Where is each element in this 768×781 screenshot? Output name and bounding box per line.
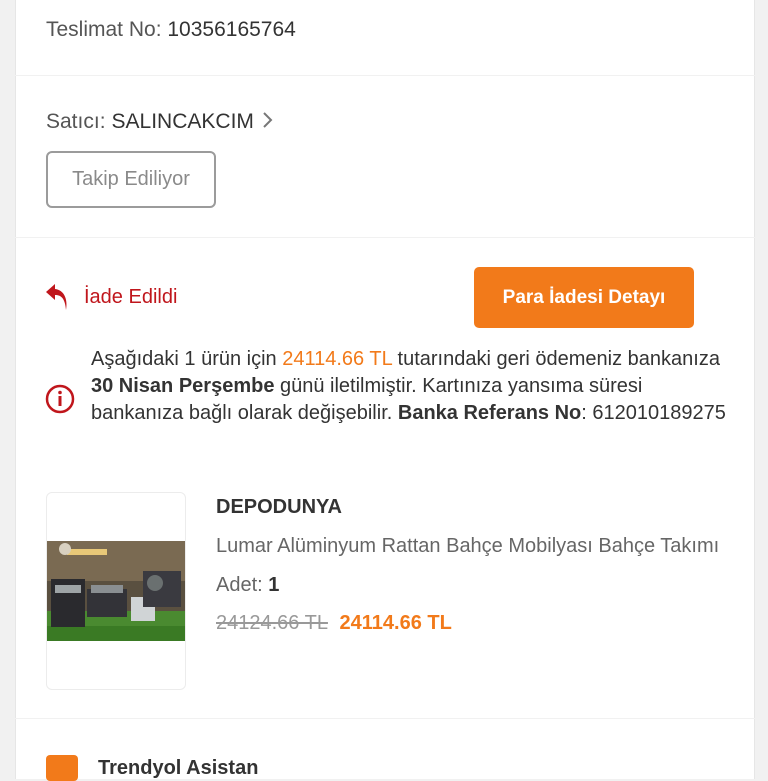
refund-date: 30 Nisan Perşembe [91,375,275,397]
product-photo [47,541,185,641]
info-text-part: Aşağıdaki 1 ürün için [91,348,283,370]
refund-status: İade Edildi [44,282,177,312]
quantity-label: Adet: [216,574,269,596]
quantity-value: 1 [268,574,280,596]
delivery-card: Teslimat No: 10356165764 [15,0,755,75]
refund-info-text: Aşağıdaki 1 ürün için 24114.66 TL tutarı… [91,346,731,427]
product-name[interactable]: Lumar Alüminyum Rattan Bahçe Mobilyası B… [216,535,726,558]
seller-label: Satıcı: [46,110,106,133]
chevron-right-icon [262,111,274,133]
assistant-title: Trendyol Asistan [98,756,259,779]
refund-card: İade Edildi Para İadesi Detayı Aşağıdaki… [15,238,755,718]
product-quantity: Adet: 1 [216,574,279,597]
info-text-part: : [581,402,593,424]
product-image[interactable] [46,492,186,690]
refund-amount: 24114.66 TL [282,348,392,370]
delivery-label: Teslimat No: [46,18,162,41]
delivery-number-row: Teslimat No: 10356165764 [46,18,296,42]
assistant-icon [46,755,78,781]
seller-name: SALINCAKCIM [111,110,254,133]
seller-link[interactable]: Satıcı: SALINCAKCIM [46,110,274,134]
old-price: 24124.66 TL [216,612,328,634]
follow-button[interactable]: Takip Ediliyor [46,151,216,208]
info-icon [45,384,75,419]
new-price: 24114.66 TL [339,612,452,634]
product-brand: DEPODUNYA [216,496,342,518]
bank-ref-number: 612010189275 [592,402,726,424]
refund-detail-button[interactable]: Para İadesi Detayı [474,267,694,328]
refund-status-label: İade Edildi [84,285,178,308]
bank-ref-label: Banka Referans No [397,402,582,424]
delivery-number: 10356165764 [167,18,296,41]
product-prices: 24124.66 TL 24114.66 TL [216,612,452,635]
return-arrow-icon [46,284,67,310]
assistant-row[interactable]: Trendyol Asistan [46,755,258,781]
info-text-part: tutarındaki geri ödemeniz bankanıza [391,348,720,370]
seller-card: Satıcı: SALINCAKCIM Takip Ediliyor [15,76,755,237]
assistant-card[interactable]: Trendyol Asistan [15,719,755,781]
